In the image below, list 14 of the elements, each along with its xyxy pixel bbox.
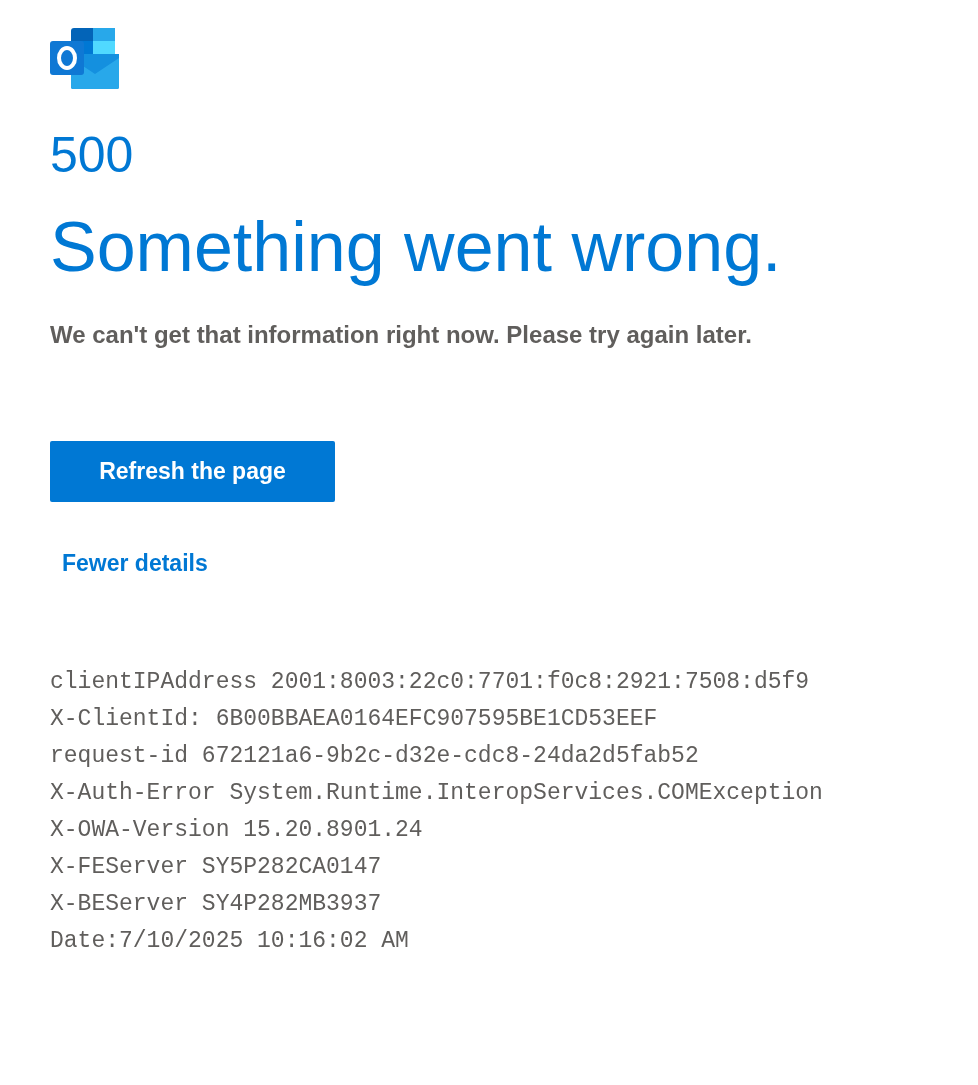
error-heading: Something went wrong. bbox=[50, 207, 783, 288]
error-message: We can't get that information right now. Please try again later. bbox=[50, 320, 753, 350]
refresh-button[interactable]: Refresh the page bbox=[50, 441, 335, 502]
details-link[interactable]: Fewer details bbox=[62, 546, 208, 581]
detail-line: X-FEServer SY5P282CA0147 bbox=[50, 852, 382, 882]
detail-line: X-ClientId: 6B00BBAEA0164EFC907595BE1CD53EEF bbox=[50, 704, 658, 734]
mail-app-logo-icon bbox=[50, 28, 120, 90]
detail-line: X-OWA-Version 15.20.8901.24 bbox=[50, 815, 423, 845]
detail-line: Date:7/10/2025 10:16:02 AM bbox=[50, 926, 409, 956]
detail-line: clientIPAddress 2001:8003:22c0:7701:f0c8:2921:7508:d5f9 bbox=[50, 667, 810, 697]
detail-line: request-id 672121a6-9b2c-d32e-cdc8-24da2d5fab52 bbox=[50, 741, 699, 771]
error-code: 500 bbox=[50, 126, 135, 185]
detail-line: X-BEServer SY4P282MB3937 bbox=[50, 889, 382, 919]
detail-line: X-Auth-Error System.Runtime.InteropServices.COMException bbox=[50, 778, 823, 808]
